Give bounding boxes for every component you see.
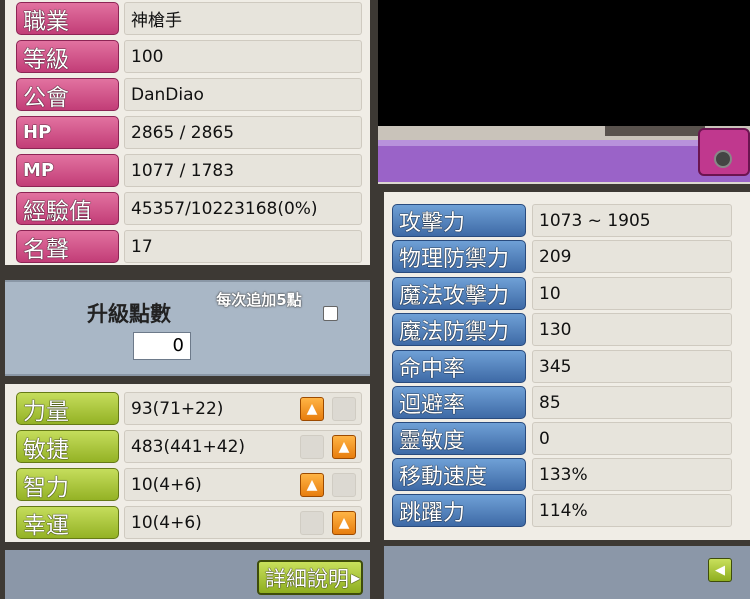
detail-value: 130 [532, 313, 732, 346]
info-row-guild: 公會 DanDiao [16, 78, 362, 111]
info-label: HP [16, 116, 119, 149]
detail-label: 跳躍力 [392, 494, 526, 527]
detail-row-speed: 移動速度 133% [392, 458, 732, 491]
str-slot [332, 397, 356, 421]
stat-label: 幸運 [16, 506, 119, 539]
info-value: 100 [124, 40, 362, 73]
detail-row-jump: 跳躍力 114% [392, 494, 732, 527]
info-value: 神槍手 [124, 2, 362, 35]
stat-label: 敏捷 [16, 430, 119, 463]
info-row-mp: MP 1077 / 1783 [16, 154, 362, 187]
int-up-button[interactable]: ▲ [300, 473, 324, 497]
detail-value: 209 [532, 240, 732, 273]
scene-platform [375, 140, 750, 182]
up-arrow-icon: ▲ [306, 401, 318, 417]
detail-value: 10 [532, 277, 732, 310]
up-arrow-icon: ▲ [338, 515, 350, 531]
info-value: 17 [124, 230, 362, 263]
detail-stat-window: ◀ 攻擊力 1073 ~ 1905 物理防禦力 209 魔法攻擊力 10 魔法防… [378, 184, 750, 599]
up-arrow-icon: ▲ [338, 439, 350, 455]
left-arrow-icon: ◀ [715, 562, 725, 578]
stat-row-dex: 敏捷 483(441+42) ▲ [16, 430, 362, 463]
info-row-level: 等級 100 [16, 40, 362, 73]
detail-label: 命中率 [392, 350, 526, 383]
collapse-button[interactable]: ◀ [708, 558, 732, 582]
scene-knob [714, 150, 732, 168]
chevron-right-icon: ▶ [351, 570, 361, 585]
detail-button[interactable]: 詳細說明 ▶ [257, 560, 363, 595]
detail-value: 85 [532, 386, 732, 419]
detail-value: 0 [532, 422, 732, 455]
auto-add-label: 每次追加5點 [216, 291, 302, 309]
detail-row-avoid: 迴避率 85 [392, 386, 732, 419]
int-slot [332, 473, 356, 497]
points-label: 升級點數 [87, 302, 171, 326]
info-value: 2865 / 2865 [124, 116, 362, 149]
detail-value: 345 [532, 350, 732, 383]
luk-up-button[interactable]: ▲ [332, 511, 356, 535]
detail-row-mdef: 魔法防禦力 130 [392, 313, 732, 346]
info-label: 經驗值 [16, 192, 119, 225]
detail-label: 移動速度 [392, 458, 526, 491]
up-arrow-icon: ▲ [306, 477, 318, 493]
left-footer: 詳細說明 ▶ [5, 550, 370, 599]
detail-row-wdef: 物理防禦力 209 [392, 240, 732, 273]
stat-row-luk: 幸運 10(4+6) ▲ [16, 506, 362, 539]
info-label: 名聲 [16, 230, 119, 263]
stat-row-str: 力量 93(71+22) ▲ [16, 392, 362, 425]
right-footer: ◀ [384, 546, 750, 599]
detail-label: 魔法攻擊力 [392, 277, 526, 310]
auto-add-checkbox[interactable] [323, 306, 338, 321]
detail-row-attack: 攻擊力 1073 ~ 1905 [392, 204, 732, 237]
stat-value: 10(4+6) [124, 468, 362, 501]
detail-value: 133% [532, 458, 732, 491]
info-row-job: 職業 神槍手 [16, 2, 362, 35]
detail-value: 1073 ~ 1905 [532, 204, 732, 237]
points-value-field: 0 [133, 332, 191, 360]
stat-label: 智力 [16, 468, 119, 501]
detail-row-accuracy: 命中率 345 [392, 350, 732, 383]
info-value: DanDiao [124, 78, 362, 111]
stat-value: 10(4+6) [124, 506, 362, 539]
detail-row-matk: 魔法攻擊力 10 [392, 277, 732, 310]
str-up-button[interactable]: ▲ [300, 397, 324, 421]
stat-value: 93(71+22) [124, 392, 362, 425]
detail-label: 靈敏度 [392, 422, 526, 455]
game-background [375, 0, 750, 128]
detail-button-label: 詳細說明 [265, 566, 349, 591]
ability-points-section: 升級點數 0 每次追加5點 [5, 280, 370, 376]
info-label: 職業 [16, 2, 119, 35]
dex-up-button[interactable]: ▲ [332, 435, 356, 459]
detail-value: 114% [532, 494, 732, 527]
luk-slot [300, 511, 324, 535]
info-row-hp: HP 2865 / 2865 [16, 116, 362, 149]
detail-label: 魔法防禦力 [392, 313, 526, 346]
stat-label: 力量 [16, 392, 119, 425]
info-value: 1077 / 1783 [124, 154, 362, 187]
stat-row-int: 智力 10(4+6) ▲ [16, 468, 362, 501]
dex-slot [300, 435, 324, 459]
detail-label: 攻擊力 [392, 204, 526, 237]
stat-value: 483(441+42) [124, 430, 362, 463]
detail-row-hands: 靈敏度 0 [392, 422, 732, 455]
detail-label: 物理防禦力 [392, 240, 526, 273]
info-label: 等級 [16, 40, 119, 73]
character-stat-window: 升級點數 0 每次追加5點 詳細說明 ▶ 職業 神槍手 等級 100 公會 Da… [0, 0, 378, 599]
detail-label: 迴避率 [392, 386, 526, 419]
info-label: 公會 [16, 78, 119, 111]
info-label: MP [16, 154, 119, 187]
info-row-exp: 經驗值 45357/10223168(0%) [16, 192, 362, 225]
info-row-fame: 名聲 17 [16, 230, 362, 263]
info-value: 45357/10223168(0%) [124, 192, 362, 225]
